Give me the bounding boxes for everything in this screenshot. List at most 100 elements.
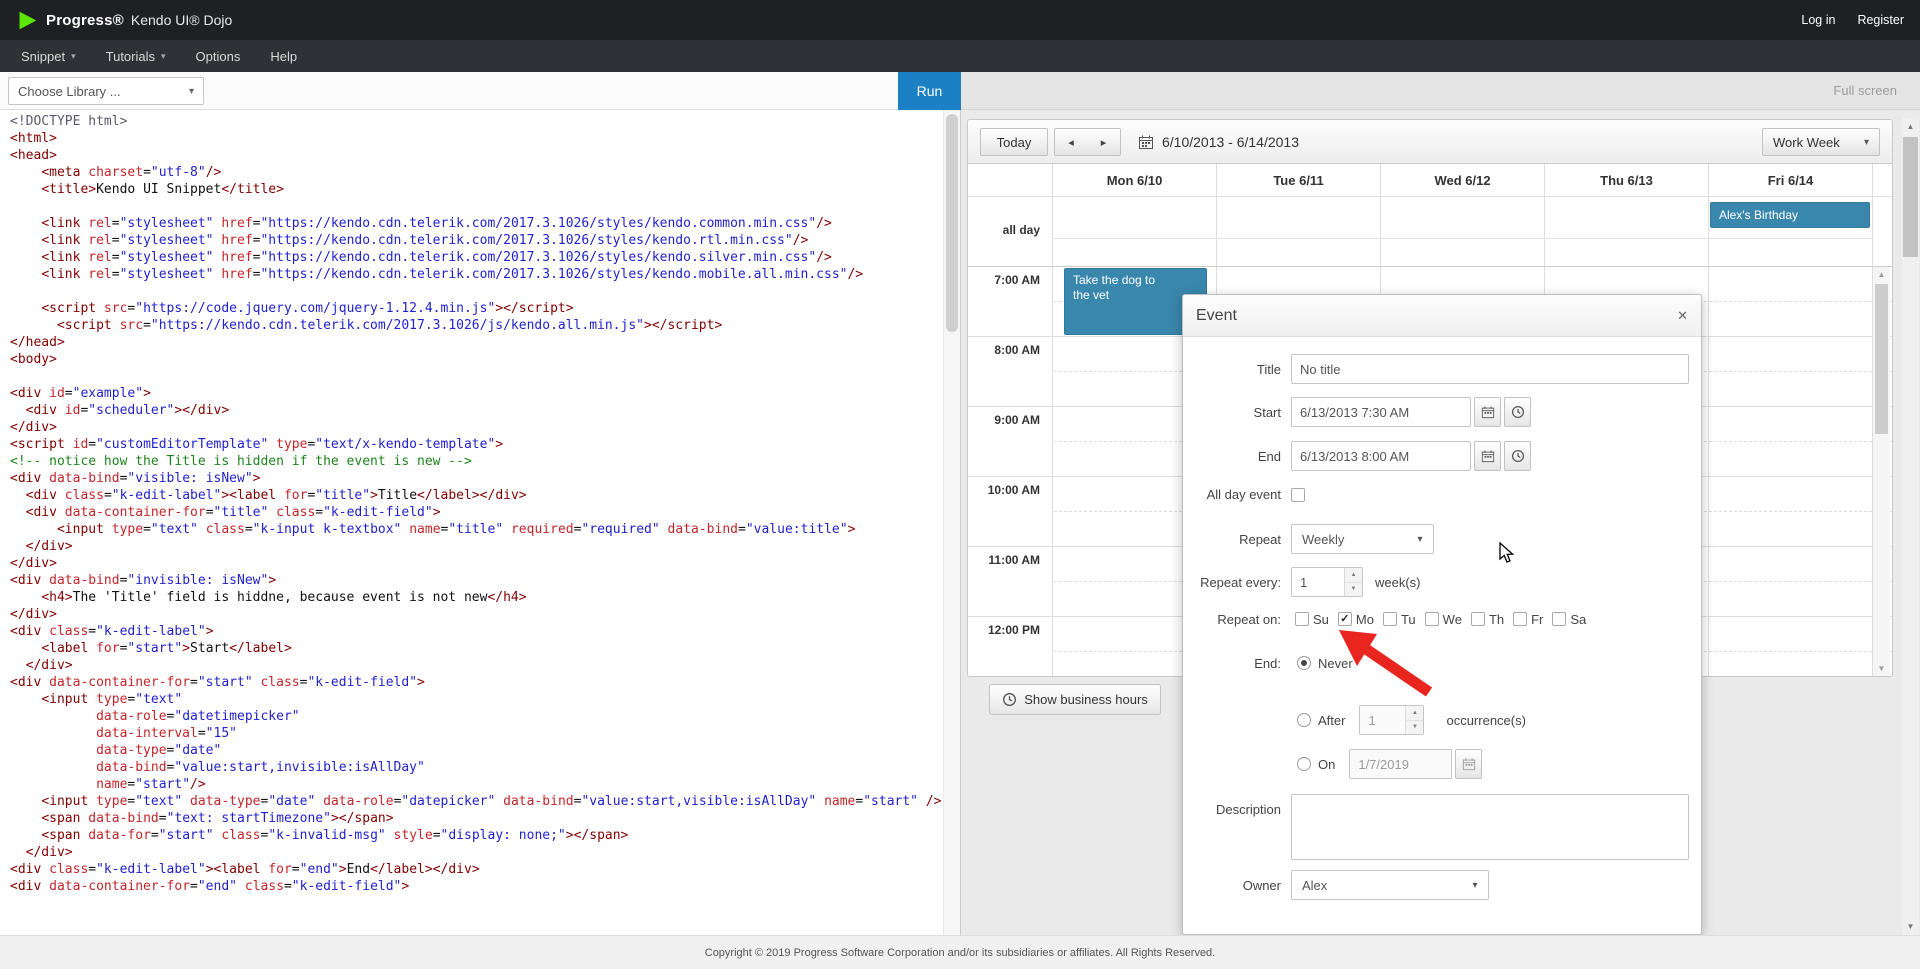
event-title-input[interactable] bbox=[1291, 354, 1689, 384]
code-line[interactable]: data-role="datetimepicker" bbox=[10, 708, 942, 725]
end-calendar-button[interactable] bbox=[1474, 441, 1501, 471]
repeat-day-su-checkbox[interactable] bbox=[1295, 612, 1309, 626]
code-line[interactable]: <!DOCTYPE html> bbox=[10, 113, 942, 130]
scheduler-cell[interactable] bbox=[1708, 477, 1872, 546]
code-line[interactable]: <link rel="stylesheet" href="https://ken… bbox=[10, 232, 942, 249]
dialog-titlebar[interactable]: Event ✕ bbox=[1183, 295, 1701, 337]
code-line[interactable]: <div id="example"> bbox=[10, 385, 942, 402]
repeat-every-input[interactable] bbox=[1292, 568, 1344, 596]
repeat-day-tu-checkbox[interactable] bbox=[1382, 612, 1397, 626]
code-line[interactable]: <script src="https://code.jquery.com/jqu… bbox=[10, 300, 942, 317]
code-line[interactable]: <div class="k-edit-label"> bbox=[10, 623, 942, 640]
repeat-day-we-checkbox[interactable] bbox=[1424, 612, 1439, 626]
end-after-radio[interactable] bbox=[1297, 713, 1311, 727]
spin-up-icon[interactable]: ▲ bbox=[1406, 706, 1424, 721]
start-calendar-button[interactable] bbox=[1474, 397, 1501, 427]
register-link[interactable]: Register bbox=[1857, 13, 1904, 27]
after-occurrences-input[interactable] bbox=[1360, 706, 1406, 734]
description-textarea[interactable] bbox=[1291, 794, 1689, 860]
end-clock-button[interactable] bbox=[1504, 441, 1531, 471]
repeat-select[interactable]: Weekly ▾ bbox=[1291, 524, 1434, 554]
code-line[interactable]: <div data-container-for="end" class="k-e… bbox=[10, 878, 942, 895]
owner-select[interactable]: Alex ▾ bbox=[1291, 870, 1489, 900]
repeat-day-sa-checkbox[interactable] bbox=[1552, 612, 1567, 626]
preview-scrollbar-thumb[interactable] bbox=[1903, 137, 1918, 257]
code-line[interactable]: <script id="customEditorTemplate" type="… bbox=[10, 436, 942, 453]
prev-button[interactable]: ◂ bbox=[1054, 128, 1088, 156]
code-line[interactable]: <link rel="stylesheet" href="https://ken… bbox=[10, 215, 942, 232]
menu-item-help[interactable]: Help bbox=[255, 40, 312, 72]
code-line[interactable]: <span data-bind="text: startTimezone"></… bbox=[10, 810, 942, 827]
code-line[interactable]: <label for="start">Start</label> bbox=[10, 640, 942, 657]
today-button[interactable]: Today bbox=[980, 128, 1048, 156]
scheduler-scrollbar[interactable]: ▲ ▼ bbox=[1873, 267, 1890, 676]
code-line[interactable]: </div> bbox=[10, 555, 942, 572]
scheduler-cell[interactable] bbox=[1708, 337, 1872, 406]
code-line[interactable]: data-interval="15" bbox=[10, 725, 942, 742]
code-line[interactable]: <title>Kendo UI Snippet</title> bbox=[10, 181, 942, 198]
code-line[interactable]: <script src="https://kendo.cdn.telerik.c… bbox=[10, 317, 942, 334]
editor-scrollbar[interactable] bbox=[943, 110, 960, 935]
scroll-up-icon[interactable]: ▲ bbox=[1902, 118, 1919, 135]
next-button[interactable]: ▸ bbox=[1087, 128, 1121, 156]
code-line[interactable]: </div> bbox=[10, 606, 942, 623]
repeat-day-th-checkbox[interactable] bbox=[1470, 612, 1485, 626]
show-business-hours-button[interactable]: Show business hours bbox=[989, 684, 1161, 715]
all-day-cell[interactable] bbox=[1216, 197, 1380, 266]
day-header[interactable]: Fri 6/14 bbox=[1708, 164, 1872, 196]
code-line[interactable]: <div id="scheduler"></div> bbox=[10, 402, 942, 419]
code-line[interactable]: </div> bbox=[10, 844, 942, 861]
calendar-icon[interactable] bbox=[1138, 134, 1154, 155]
start-clock-button[interactable] bbox=[1504, 397, 1531, 427]
event-alexs-birthday[interactable]: Alex's Birthday bbox=[1710, 202, 1870, 228]
code-line[interactable]: <div data-container-for="title" class="k… bbox=[10, 504, 942, 521]
code-line[interactable]: <div data-container-for="start" class="k… bbox=[10, 674, 942, 691]
scheduler-cell[interactable] bbox=[1708, 267, 1872, 336]
code-line[interactable]: data-bind="value:start,invisible:isAllDa… bbox=[10, 759, 942, 776]
scroll-down-icon[interactable]: ▼ bbox=[1902, 918, 1919, 935]
close-icon[interactable]: ✕ bbox=[1677, 308, 1688, 324]
day-header[interactable]: Tue 6/11 bbox=[1216, 164, 1380, 196]
code-line[interactable]: <head> bbox=[10, 147, 942, 164]
spin-up-icon[interactable]: ▲ bbox=[1345, 568, 1362, 583]
end-datetime-input[interactable] bbox=[1291, 441, 1471, 471]
code-line[interactable]: </div> bbox=[10, 657, 942, 674]
brand[interactable]: Progress® Kendo UI® Dojo bbox=[16, 9, 232, 32]
full-screen-button[interactable]: Full screen bbox=[1833, 83, 1897, 98]
code-line[interactable]: <link rel="stylesheet" href="https://ken… bbox=[10, 266, 942, 283]
scroll-up-icon[interactable]: ▲ bbox=[1873, 267, 1890, 282]
day-header[interactable]: Thu 6/13 bbox=[1544, 164, 1708, 196]
end-on-date-input[interactable] bbox=[1349, 749, 1453, 779]
date-range-label[interactable]: 6/10/2013 - 6/14/2013 bbox=[1162, 134, 1299, 150]
menu-item-snippet[interactable]: Snippet ▾ bbox=[6, 40, 91, 72]
code-line[interactable]: <input type="text" bbox=[10, 691, 942, 708]
all-day-checkbox[interactable] bbox=[1291, 487, 1305, 502]
code-line[interactable] bbox=[10, 283, 942, 300]
start-datetime-input[interactable] bbox=[1291, 397, 1471, 427]
code-line[interactable]: </div> bbox=[10, 419, 942, 436]
code-line[interactable]: <h4>The 'Title' field is hiddne, because… bbox=[10, 589, 942, 606]
code-line[interactable]: <div class="k-edit-label"><label for="ti… bbox=[10, 487, 942, 504]
code-line[interactable]: data-type="date" bbox=[10, 742, 942, 759]
code-line[interactable]: name="start"/> bbox=[10, 776, 942, 793]
code-line[interactable] bbox=[10, 368, 942, 385]
code-line[interactable]: <input type="text" class="k-input k-text… bbox=[10, 521, 942, 538]
code-line[interactable]: <div data-bind="invisible: isNew"> bbox=[10, 572, 942, 589]
code-line[interactable]: </head> bbox=[10, 334, 942, 351]
code-line[interactable]: <div data-bind="visible: isNew"> bbox=[10, 470, 942, 487]
all-day-cell[interactable] bbox=[1380, 197, 1544, 266]
code-line[interactable]: <input type="text" data-type="date" data… bbox=[10, 793, 942, 810]
all-day-cell[interactable] bbox=[1053, 197, 1216, 266]
code-line[interactable] bbox=[10, 198, 942, 215]
preview-scrollbar[interactable]: ▲ ▼ bbox=[1902, 118, 1919, 935]
code-line[interactable]: <html> bbox=[10, 130, 942, 147]
end-never-radio[interactable] bbox=[1297, 656, 1311, 670]
end-on-radio[interactable] bbox=[1297, 757, 1311, 771]
code-line[interactable]: <div class="k-edit-label"><label for="en… bbox=[10, 861, 942, 878]
menu-item-options[interactable]: Options bbox=[181, 40, 256, 72]
code-line[interactable]: </div> bbox=[10, 538, 942, 555]
repeat-day-fr-checkbox[interactable] bbox=[1513, 612, 1528, 626]
code-line[interactable]: <body> bbox=[10, 351, 942, 368]
code-line[interactable]: <span data-for="start" class="k-invalid-… bbox=[10, 827, 942, 844]
spin-down-icon[interactable]: ▼ bbox=[1406, 720, 1424, 734]
